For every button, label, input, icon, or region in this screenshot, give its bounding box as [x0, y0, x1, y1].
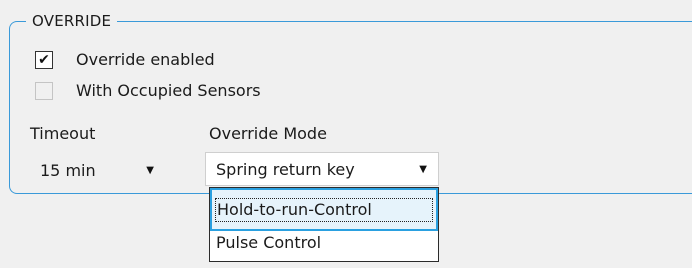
override-mode-select-value: Spring return key	[216, 159, 355, 179]
with-occupied-sensors-label: With Occupied Sensors	[76, 81, 261, 100]
with-occupied-sensors-checkbox[interactable]	[35, 82, 53, 100]
override-mode-dropdown-list: Hold-to-run-Control Pulse Control	[209, 187, 439, 262]
override-panel: OVERRIDE ✔ Override enabled With Occupie…	[0, 0, 692, 268]
override-enabled-label: Override enabled	[76, 50, 215, 69]
timeout-select[interactable]: 15 min ▼	[30, 153, 165, 187]
timeout-select-value: 15 min	[40, 160, 96, 180]
override-enabled-checkbox-row[interactable]: ✔ Override enabled	[35, 49, 215, 71]
dropdown-option-label: Hold-to-run-Control	[217, 200, 372, 219]
chevron-down-icon: ▼	[146, 164, 154, 176]
with-occupied-sensors-checkbox-row[interactable]: With Occupied Sensors	[35, 80, 261, 102]
override-mode-select[interactable]: Spring return key ▼	[205, 152, 439, 186]
timeout-label: Timeout	[30, 124, 96, 143]
dropdown-option-pulse-control[interactable]: Pulse Control	[210, 232, 438, 258]
dropdown-option-label: Pulse Control	[216, 233, 322, 252]
chevron-down-icon: ▼	[419, 163, 427, 175]
override-mode-label: Override Mode	[209, 124, 327, 143]
override-group-title: OVERRIDE	[26, 11, 118, 31]
override-enabled-checkbox[interactable]: ✔	[35, 51, 53, 69]
checkmark-icon: ✔	[38, 52, 50, 68]
dropdown-option-hold-to-run-control[interactable]: Hold-to-run-Control	[210, 188, 438, 231]
